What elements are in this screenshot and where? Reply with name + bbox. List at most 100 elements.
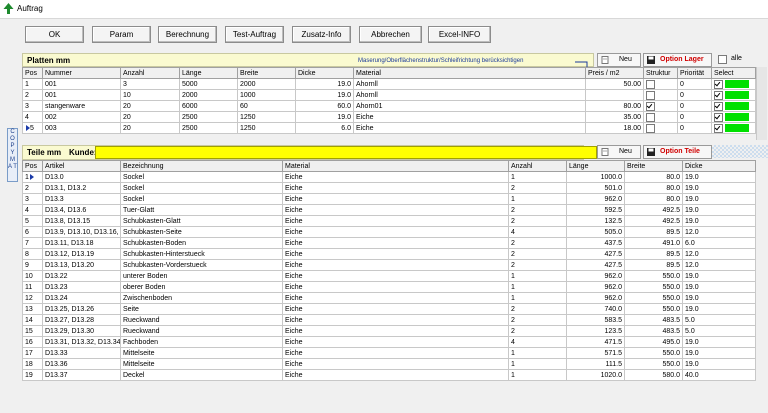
- teile-cell-dicke[interactable]: 19.0: [682, 347, 756, 359]
- platten-row[interactable]: 3 stangenware 20 6000 60 60.0 Ahorn01 80.00 0: [22, 100, 756, 112]
- teile-cell-dicke[interactable]: 12.0: [682, 226, 756, 238]
- platten-cell-struktur[interactable]: [643, 111, 678, 123]
- teile-cell-anzahl[interactable]: 2: [508, 314, 567, 326]
- teile-cell-pos[interactable]: 16: [22, 336, 43, 348]
- platten-neu-button[interactable]: Neu: [597, 53, 641, 67]
- platten-cell-nummer[interactable]: 003: [42, 122, 121, 134]
- teile-col-breite[interactable]: Breite: [624, 160, 683, 172]
- platten-cell-anzahl[interactable]: 10: [120, 89, 180, 101]
- teile-cell-anzahl[interactable]: 1: [508, 292, 567, 304]
- teile-cell-breite[interactable]: 80.0: [624, 182, 683, 194]
- platten-cell-pos[interactable]: 3: [22, 100, 43, 112]
- teile-cell-material[interactable]: Eiche: [282, 193, 509, 205]
- platten-cell-material[interactable]: Ahornll: [353, 89, 586, 101]
- teile-cell-artikel[interactable]: D13.9, D13.10, D13.16, D: [42, 226, 121, 238]
- teile-cell-laenge[interactable]: 962.0: [566, 292, 625, 304]
- platten-cell-nummer[interactable]: stangenware: [42, 100, 121, 112]
- teile-cell-dicke[interactable]: 19.0: [682, 281, 756, 293]
- teile-cell-material[interactable]: Eiche: [282, 237, 509, 249]
- platten-row[interactable]: 1 001 3 5000 2000 19.0 Ahornll 50.00 0: [22, 78, 756, 90]
- teile-col-bezeichnung[interactable]: Bezeichnung: [120, 160, 283, 172]
- platten-col-material[interactable]: Material: [353, 67, 586, 79]
- teile-cell-dicke[interactable]: 5.0: [682, 325, 756, 337]
- teile-col-dicke[interactable]: Dicke: [682, 160, 756, 172]
- teile-cell-artikel[interactable]: D13.24: [42, 292, 121, 304]
- teile-cell-pos[interactable]: 5: [22, 215, 43, 227]
- teile-cell-dicke[interactable]: 5.0: [682, 314, 756, 326]
- platten-scrollbar[interactable]: [756, 67, 767, 140]
- platten-cell-preis[interactable]: 18.00: [585, 122, 644, 134]
- teile-row[interactable]: 17 D13.33 Mittelseite Eiche 1 571.5 550.0 19.0: [22, 347, 756, 359]
- teile-cell-anzahl[interactable]: 2: [508, 303, 567, 315]
- teile-cell-bezeichnung[interactable]: Schubkasten-Glatt: [120, 215, 283, 227]
- teile-cell-pos[interactable]: 14: [22, 314, 43, 326]
- struktur-checkbox[interactable]: [646, 90, 655, 100]
- teile-cell-material[interactable]: Eiche: [282, 281, 509, 293]
- teile-row[interactable]: 16 D13.31, D13.32, D13.34, Fachboden Eiche 4…: [22, 336, 756, 348]
- teile-cell-dicke[interactable]: 19.0: [682, 303, 756, 315]
- teile-cell-anzahl[interactable]: 4: [508, 336, 567, 348]
- teile-cell-pos[interactable]: 1: [22, 171, 43, 183]
- platten-cell-breite[interactable]: 1250: [237, 111, 296, 123]
- platten-col-breite[interactable]: Breite: [237, 67, 296, 79]
- platten-cell-anzahl[interactable]: 20: [120, 100, 180, 112]
- platten-cell-pos[interactable]: 1: [22, 78, 43, 90]
- platten-row[interactable]: 2 001 10 2000 1000 19.0 Ahornll 0: [22, 89, 756, 101]
- teile-cell-artikel[interactable]: D13.13, D13.20: [42, 259, 121, 271]
- platten-col-prioritaet[interactable]: Priorität: [677, 67, 712, 79]
- option-lager-button[interactable]: Option Lager: [643, 53, 712, 67]
- teile-cell-dicke[interactable]: 19.0: [682, 193, 756, 205]
- teile-cell-anzahl[interactable]: 1: [508, 171, 567, 183]
- option-teile-button[interactable]: Option Teile: [643, 145, 712, 159]
- platten-cell-laenge[interactable]: 2000: [179, 89, 238, 101]
- teile-cell-pos[interactable]: 17: [22, 347, 43, 359]
- teile-cell-dicke[interactable]: 19.0: [682, 204, 756, 216]
- teile-cell-artikel[interactable]: D13.31, D13.32, D13.34,: [42, 336, 121, 348]
- platten-col-select[interactable]: Select: [711, 67, 756, 79]
- teile-cell-bezeichnung[interactable]: Sockel: [120, 193, 283, 205]
- platten-cell-preis[interactable]: 80.00: [585, 100, 644, 112]
- teile-cell-material[interactable]: Eiche: [282, 248, 509, 260]
- teile-cell-dicke[interactable]: 12.0: [682, 259, 756, 271]
- teile-col-material[interactable]: Material: [282, 160, 509, 172]
- teile-cell-breite[interactable]: 89.5: [624, 248, 683, 260]
- platten-cell-prioritaet[interactable]: 0: [677, 122, 712, 134]
- platten-cell-struktur[interactable]: [643, 122, 678, 134]
- select-checkbox[interactable]: [714, 90, 723, 100]
- kunde-input[interactable]: [95, 146, 597, 159]
- teile-cell-pos[interactable]: 15: [22, 325, 43, 337]
- teile-cell-material[interactable]: Eiche: [282, 171, 509, 183]
- teile-cell-pos[interactable]: 9: [22, 259, 43, 271]
- teile-row[interactable]: 1 D13.0 Sockel Eiche 1 1000.0 80.0 19.0: [22, 171, 756, 183]
- teile-cell-bezeichnung[interactable]: Schubkasten-Hinterstueck: [120, 248, 283, 260]
- teile-cell-anzahl[interactable]: 1: [508, 270, 567, 282]
- teile-cell-pos[interactable]: 7: [22, 237, 43, 249]
- teile-cell-material[interactable]: Eiche: [282, 303, 509, 315]
- teile-cell-breite[interactable]: 80.0: [624, 193, 683, 205]
- teile-cell-laenge[interactable]: 505.0: [566, 226, 625, 238]
- teile-cell-pos[interactable]: 10: [22, 270, 43, 282]
- teile-cell-dicke[interactable]: 19.0: [682, 270, 756, 282]
- platten-cell-select[interactable]: [711, 111, 756, 123]
- teile-cell-artikel[interactable]: D13.33: [42, 347, 121, 359]
- teile-cell-bezeichnung[interactable]: Sockel: [120, 171, 283, 183]
- select-checkbox[interactable]: [714, 112, 723, 122]
- teile-cell-dicke[interactable]: 19.0: [682, 292, 756, 304]
- struktur-checkbox[interactable]: [646, 123, 655, 133]
- platten-cell-dicke[interactable]: 19.0: [295, 78, 354, 90]
- teile-cell-bezeichnung[interactable]: Seite: [120, 303, 283, 315]
- teile-cell-material[interactable]: Eiche: [282, 292, 509, 304]
- teile-cell-pos[interactable]: 11: [22, 281, 43, 293]
- teile-col-artikel[interactable]: Artikel: [42, 160, 121, 172]
- select-checkbox[interactable]: [714, 79, 723, 89]
- teile-cell-dicke[interactable]: 19.0: [682, 182, 756, 194]
- berechnung-button[interactable]: Berechnung: [158, 26, 217, 43]
- teile-cell-laenge[interactable]: 962.0: [566, 270, 625, 282]
- teile-cell-anzahl[interactable]: 1: [508, 358, 567, 370]
- teile-cell-anzahl[interactable]: 1: [508, 369, 567, 381]
- teile-cell-bezeichnung[interactable]: Zwischenboden: [120, 292, 283, 304]
- abbrechen-button[interactable]: Abbrechen: [359, 26, 422, 43]
- teile-row[interactable]: 2 D13.1, D13.2 Sockel Eiche 2 501.0 80.0 19.0: [22, 182, 756, 194]
- copymat-side-tab[interactable]: C O P Y M A T: [7, 128, 18, 182]
- teile-col-laenge[interactable]: Länge: [566, 160, 625, 172]
